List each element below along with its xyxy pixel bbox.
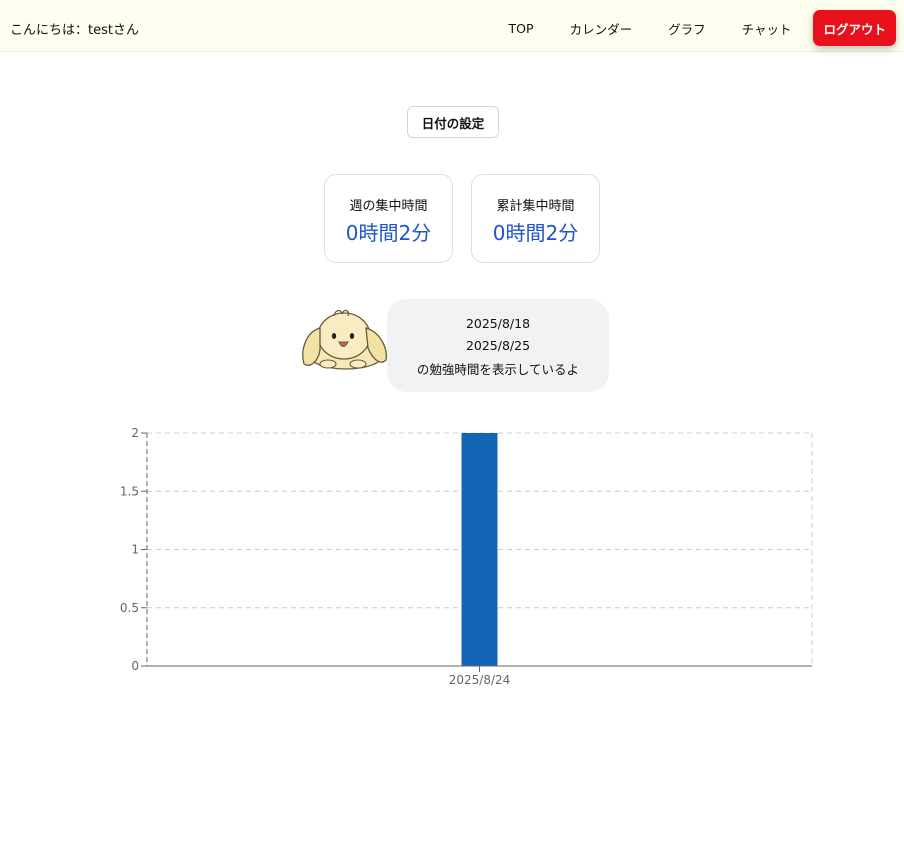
- top-header: こんにちは：testさん TOP カレンダー グラフ チャット ログアウト: [0, 0, 904, 52]
- total-focus-value: 0時間2分: [492, 221, 579, 245]
- dog-mascot-icon: [302, 309, 387, 370]
- bubble-message: の勉強時間を表示しているよ: [416, 362, 580, 377]
- bubble-end-date: 2025/8/25: [465, 338, 531, 353]
- y-tick-label: 1: [131, 543, 139, 557]
- y-tick-label: 2: [131, 426, 139, 440]
- greeting-text: こんにちは：testさん: [10, 23, 139, 38]
- nav-top[interactable]: TOP: [491, 10, 552, 46]
- bubble-start-date: 2025/8/18: [465, 316, 531, 331]
- weekly-focus-value: 0時間2分: [345, 221, 432, 245]
- date-settings-button[interactable]: 日付の設定: [407, 106, 499, 138]
- total-focus-card: 累計集中時間 0時間2分: [471, 174, 600, 263]
- nav-bar: TOP カレンダー グラフ チャット ログアウト: [491, 10, 896, 46]
- y-tick-label: 0: [131, 659, 139, 673]
- speech-bubble: 2025/8/18 2025/8/25 の勉強時間を表示しているよ: [387, 299, 609, 392]
- y-tick-label: 1.5: [120, 484, 139, 498]
- nav-graph[interactable]: グラフ: [650, 10, 724, 46]
- weekly-focus-label: 週の集中時間: [349, 199, 428, 214]
- total-focus-label: 累計集中時間: [496, 199, 575, 214]
- x-tick-label: 2025/8/24: [449, 673, 511, 687]
- study-time-chart: 0 0.5 1 1.5 2 2025/8/24: [120, 426, 813, 687]
- y-tick-label: 0.5: [120, 601, 139, 615]
- weekly-focus-card: 週の集中時間 0時間2分: [324, 174, 453, 263]
- logout-button[interactable]: ログアウト: [813, 10, 896, 46]
- nav-chat[interactable]: チャット: [724, 10, 810, 46]
- bar-2025/8/24: [461, 433, 498, 666]
- nav-calendar[interactable]: カレンダー: [552, 10, 651, 46]
